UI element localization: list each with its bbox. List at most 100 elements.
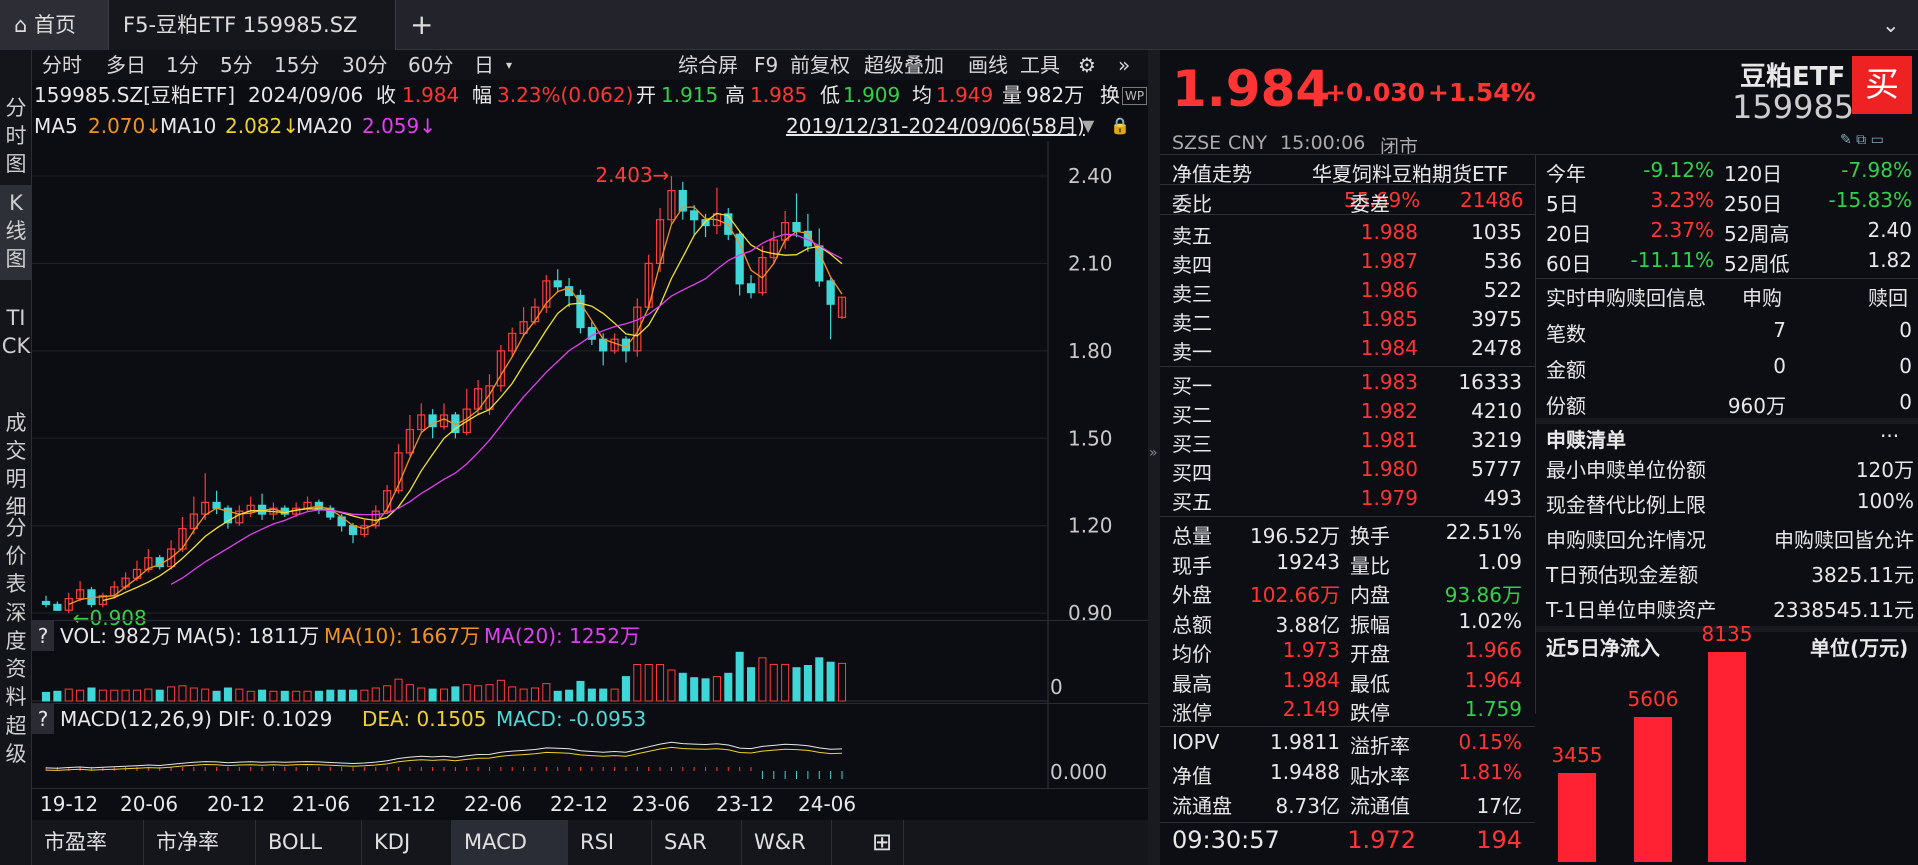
vol-bar-27 bbox=[349, 689, 358, 702]
bid-label-3: 买四 bbox=[1172, 461, 1212, 485]
tab-市盈率[interactable]: 市盈率 bbox=[32, 820, 144, 865]
candle-body-1 bbox=[53, 603, 62, 611]
stat-value-b-4: 1.966 bbox=[1464, 638, 1522, 662]
help-icon[interactable]: ? bbox=[32, 621, 54, 651]
toolbar-icons[interactable]: ✎ ⧉ ▭ bbox=[1840, 132, 1884, 148]
stat-label-a-5: 最高 bbox=[1172, 671, 1212, 696]
stat-value-b-6: 1.759 bbox=[1464, 697, 1522, 721]
tab-sar[interactable]: SAR bbox=[652, 820, 742, 865]
vol-bar-60 bbox=[724, 672, 733, 702]
macd-name: MACD(12,26,9) bbox=[60, 707, 212, 731]
perf-value-b-2: 2.40 bbox=[1867, 218, 1912, 242]
date-range-selector[interactable]: 2019/12/31-2024/09/06(58月) bbox=[786, 111, 1085, 141]
tab-home[interactable]: ⌂ 首页 bbox=[0, 0, 108, 50]
price-change-pct: +1.54% bbox=[1428, 78, 1536, 107]
bid-price-2: 1.981 bbox=[1360, 428, 1418, 452]
tab-rsi[interactable]: RSI bbox=[568, 820, 652, 865]
buy-button[interactable]: 买 bbox=[1852, 56, 1912, 114]
tool-3[interactable]: 超级叠加 bbox=[864, 50, 944, 80]
dropdown-icon[interactable]: ▾ bbox=[506, 50, 512, 80]
tab-w&r[interactable]: W&R bbox=[742, 820, 832, 865]
period-1[interactable]: 多日 bbox=[106, 50, 146, 80]
period-2[interactable]: 1分 bbox=[166, 50, 199, 80]
ask-price-4: 1.984 bbox=[1360, 336, 1418, 360]
period-4[interactable]: 15分 bbox=[274, 50, 319, 80]
lock-icon[interactable]: 🔒 bbox=[1110, 111, 1130, 141]
tab-boll[interactable]: BOLL bbox=[256, 820, 362, 865]
tab-etf[interactable]: F5-豆粕ETF 159985.SZ bbox=[108, 0, 396, 50]
vol-bar-14 bbox=[201, 688, 210, 702]
tab-市净率[interactable]: 市净率 bbox=[144, 820, 256, 865]
vol-ma20: MA(20): 1252万 bbox=[484, 624, 640, 648]
tool-5[interactable]: 工具 bbox=[1020, 50, 1060, 80]
low-label: 低 bbox=[820, 83, 840, 107]
sidebar-item-6[interactable]: 超级 bbox=[0, 708, 32, 768]
period-toolbar: 分时 多日 1分 5分 15分 30分 60分日 ▾ 综合屏 F9 前复权 超级叠加 画线 工具 ⚙ » bbox=[32, 50, 1152, 80]
currency-label: CNY bbox=[1228, 132, 1268, 154]
vol-bar-24 bbox=[314, 690, 323, 702]
vol-bar-52 bbox=[633, 664, 642, 702]
list-value-3: 3825.11元 bbox=[1811, 563, 1914, 587]
list-label-1: 现金替代比例上限 bbox=[1546, 493, 1706, 517]
sidebar-item-0[interactable]: 分时图 bbox=[0, 90, 32, 185]
sidebar-item-4[interactable]: 分价表 bbox=[0, 510, 32, 596]
vol-bar-57 bbox=[690, 677, 699, 702]
stat2-value-a-1: 1.9488 bbox=[1270, 760, 1340, 784]
candle-body-27 bbox=[348, 525, 358, 536]
vol-bar-66 bbox=[792, 667, 801, 702]
period-7[interactable]: 日 bbox=[474, 50, 494, 80]
double-chevron-right-icon[interactable]: » bbox=[1118, 50, 1130, 80]
vol-bar-19 bbox=[258, 689, 267, 702]
kline-chart[interactable]: 2.403→←0.9082.402.101.801.501.200.90 bbox=[32, 141, 1148, 788]
stat-label-b-1: 量比 bbox=[1350, 553, 1390, 578]
sidebar-item-2[interactable]: TICK bbox=[0, 300, 32, 405]
sidebar-item-5[interactable]: 深度资料 bbox=[0, 595, 32, 709]
period-3[interactable]: 5分 bbox=[220, 50, 253, 80]
bid-vol-4: 493 bbox=[1483, 486, 1522, 510]
perf-value-a-2: 2.37% bbox=[1650, 218, 1714, 242]
sidebar-item-3[interactable]: 成交明细 bbox=[0, 405, 32, 519]
dropdown-triangle-icon[interactable]: ▼ bbox=[1082, 111, 1094, 141]
new-tab-plus-icon[interactable]: + bbox=[396, 0, 442, 50]
sub-label-0: 笔数 bbox=[1546, 322, 1586, 346]
period-0[interactable]: 分时 bbox=[42, 50, 82, 80]
vol-bar-18 bbox=[246, 690, 255, 702]
list-more-icon[interactable]: ··· bbox=[1880, 424, 1899, 448]
sub-h2: 赎回 bbox=[1868, 286, 1908, 310]
macd-zero-label: 0.000 bbox=[1050, 760, 1108, 784]
tool-1[interactable]: F9 bbox=[754, 50, 778, 80]
vol-bar-30 bbox=[383, 685, 392, 702]
sidebar-item-1[interactable]: K线图 bbox=[0, 185, 32, 280]
x-tick-4: 21-12 bbox=[378, 792, 437, 816]
vol-bar-4 bbox=[87, 687, 96, 702]
vol-bar-43 bbox=[530, 687, 539, 702]
macd-dif: DIF: 0.1029 bbox=[218, 707, 333, 731]
bid-vol-0: 16333 bbox=[1458, 370, 1522, 394]
add-indicator-plus-icon[interactable]: ⊞ bbox=[864, 820, 904, 865]
ma5-value: 2.070↓ bbox=[88, 114, 163, 138]
tool-0[interactable]: 综合屏 bbox=[678, 50, 738, 80]
x-tick-1: 20-06 bbox=[120, 792, 179, 816]
gear-icon[interactable]: ⚙ bbox=[1078, 50, 1096, 80]
high-value: 1.985 bbox=[750, 83, 808, 107]
perf-value-a-1: 3.23% bbox=[1650, 188, 1714, 212]
sub-v1-1: 0 bbox=[1773, 354, 1786, 378]
sub-v1-0: 7 bbox=[1773, 318, 1786, 342]
flow-bar-0 bbox=[1558, 772, 1596, 862]
perf-label-b-0: 120日 bbox=[1724, 162, 1783, 186]
stat-label-a-6: 涨停 bbox=[1172, 701, 1212, 725]
period-6[interactable]: 60分 bbox=[408, 50, 453, 80]
tool-2[interactable]: 前复权 bbox=[790, 50, 850, 80]
vol-bar-34 bbox=[428, 688, 437, 702]
tab-kdj[interactable]: KDJ bbox=[362, 820, 452, 865]
tab-macd[interactable]: MACD bbox=[452, 820, 568, 865]
flow-unit: 单位(万元) bbox=[1810, 636, 1909, 660]
wp-icon[interactable]: WP bbox=[1122, 87, 1148, 105]
chevron-down-icon[interactable]: ⌄ bbox=[1868, 0, 1908, 50]
sep-weibi bbox=[1160, 214, 1535, 215]
help-icon[interactable]: ? bbox=[32, 704, 54, 734]
ask-vol-4: 2478 bbox=[1471, 336, 1522, 360]
stat2-label-a-0: IOPV bbox=[1172, 730, 1220, 754]
tool-4[interactable]: 画线 bbox=[968, 50, 1008, 80]
period-5[interactable]: 30分 bbox=[342, 50, 387, 80]
